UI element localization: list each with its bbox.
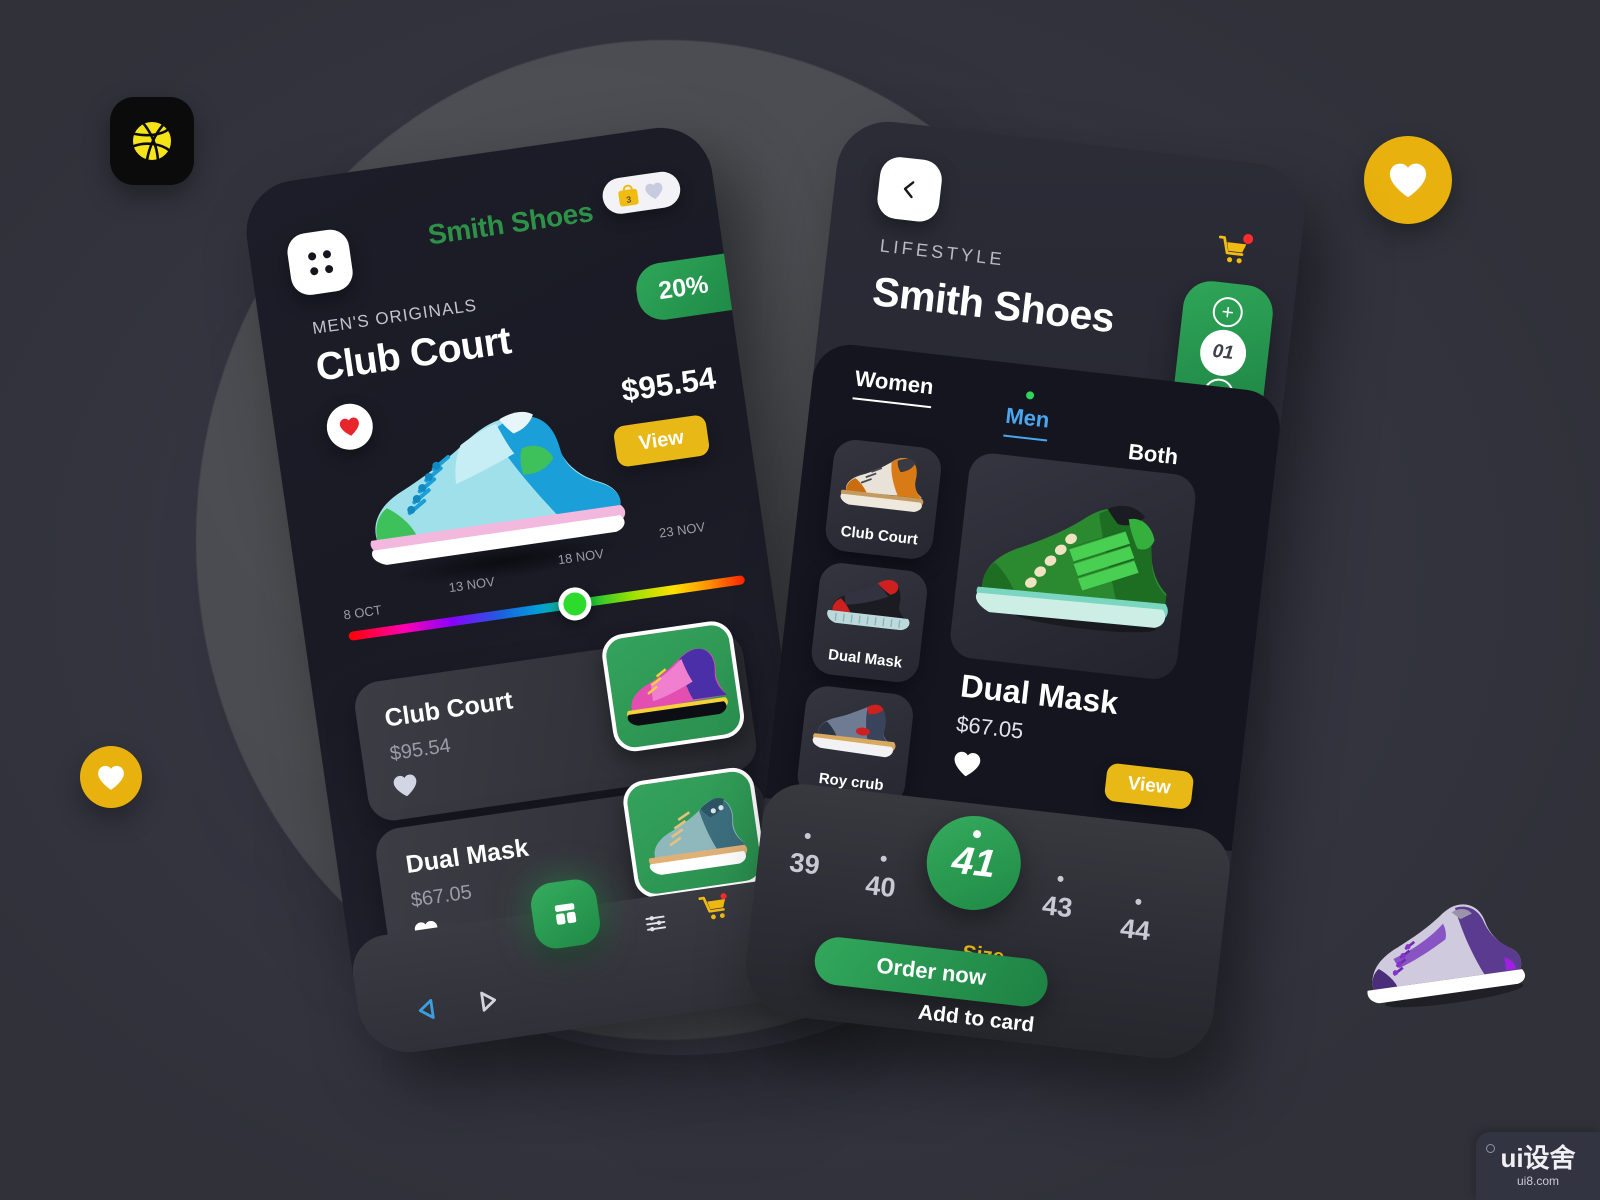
grid-dot bbox=[309, 266, 319, 276]
tab-men-label: Men bbox=[1004, 402, 1051, 433]
size-dot bbox=[880, 855, 888, 863]
purple-sneaker-illustration bbox=[1344, 868, 1540, 1022]
triangle-home-icon[interactable] bbox=[472, 986, 502, 1020]
watermark-dot-icon bbox=[1486, 1144, 1495, 1153]
grid-dot bbox=[324, 264, 334, 274]
quantity-value: 01 bbox=[1197, 327, 1249, 379]
discount-badge: 20% bbox=[632, 252, 739, 324]
shopping-bag-icon: 3 bbox=[617, 183, 639, 207]
size-dot bbox=[972, 829, 982, 839]
size-label: 40 bbox=[863, 869, 898, 904]
screenshot-canvas: Smith Shoes 3 MEN'S ORIGINALS Club Court… bbox=[0, 0, 1600, 1200]
chevron-left-icon bbox=[903, 181, 915, 199]
thumbnail-card[interactable]: Club Court bbox=[823, 437, 944, 562]
orange-brown-high-top-illustration bbox=[837, 446, 935, 514]
size-label: 39 bbox=[787, 847, 822, 881]
date-label: 18 NOV bbox=[556, 545, 605, 568]
grey-navy-runner-illustration bbox=[808, 693, 906, 761]
cart-button[interactable] bbox=[1214, 233, 1254, 273]
page-title: Smith Shoes bbox=[870, 268, 1117, 342]
list-item-price: $67.05 bbox=[409, 881, 474, 912]
heart-filled-icon bbox=[339, 417, 359, 436]
grid-dot bbox=[307, 251, 317, 261]
size-option[interactable]: 44 bbox=[1118, 898, 1152, 947]
triangle-back-icon[interactable] bbox=[413, 995, 443, 1029]
favorite-button[interactable] bbox=[950, 749, 983, 784]
tab-men[interactable]: Men bbox=[1003, 390, 1051, 442]
green-striped-sneaker-illustration bbox=[963, 480, 1184, 650]
list-item-price: $95.54 bbox=[388, 734, 453, 766]
thumbnail-label: Club Court bbox=[839, 522, 919, 549]
dashboard-grid-icon[interactable] bbox=[528, 876, 603, 952]
thumbnail-card[interactable]: Dual Mask bbox=[809, 560, 930, 685]
bag-heart-badge[interactable]: 3 bbox=[600, 169, 683, 217]
size-label: 43 bbox=[1040, 890, 1075, 924]
teal-high-top-sneaker-illustration bbox=[620, 764, 768, 901]
list-item-name: Dual Mask bbox=[403, 833, 531, 880]
size-dot bbox=[1135, 898, 1142, 906]
date-label: 8 OCT bbox=[342, 602, 383, 623]
size-dot bbox=[804, 832, 812, 840]
floating-heart-badge-bottom bbox=[80, 746, 142, 808]
shopping-cart-icon[interactable] bbox=[697, 892, 731, 929]
dribbble-basketball-icon bbox=[110, 97, 194, 185]
back-button[interactable] bbox=[875, 155, 944, 224]
heart-icon bbox=[645, 182, 663, 200]
heart-icon bbox=[954, 751, 981, 777]
watermark: ui设舍 ui8.com bbox=[1476, 1132, 1600, 1200]
heart-icon bbox=[1389, 163, 1427, 198]
black-red-sneaker-illustration bbox=[822, 570, 920, 638]
phone2-screen: LIFESTYLE Smith Shoes + 01 − Women Men B… bbox=[740, 116, 1310, 1064]
sliders-icon[interactable] bbox=[641, 908, 671, 942]
date-label: 13 NOV bbox=[447, 573, 496, 596]
purple-pink-sneaker-illustration bbox=[599, 618, 747, 755]
size-label: 41 bbox=[949, 838, 998, 887]
phone-mockup-detail: LIFESTYLE Smith Shoes + 01 − Women Men B… bbox=[740, 116, 1310, 1064]
quantity-increase-button[interactable]: + bbox=[1211, 295, 1245, 329]
thumbnail-label: Dual Mask bbox=[827, 646, 903, 672]
size-label: 44 bbox=[1118, 913, 1152, 947]
size-option[interactable]: 39 bbox=[787, 832, 822, 881]
list-item-name: Club Court bbox=[382, 686, 515, 733]
tab-active-dot bbox=[1025, 390, 1035, 400]
app-title: Smith Shoes bbox=[425, 196, 595, 251]
watermark-main: ui设舍 bbox=[1500, 1142, 1576, 1173]
category-kicker: LIFESTYLE bbox=[878, 235, 1007, 270]
watermark-sub: ui8.com bbox=[1516, 1173, 1560, 1188]
size-option-selected[interactable]: 41 bbox=[921, 810, 1026, 915]
size-dot bbox=[1057, 875, 1064, 883]
menu-grid-button[interactable] bbox=[284, 227, 356, 298]
heart-icon bbox=[98, 765, 124, 790]
date-label: 23 NOV bbox=[658, 519, 707, 541]
grid-dot bbox=[321, 249, 331, 259]
list-item-favorite[interactable] bbox=[391, 772, 421, 804]
product-price: $95.54 bbox=[619, 360, 719, 409]
hero-product-panel bbox=[948, 451, 1198, 682]
cart-notification-dot bbox=[1242, 233, 1254, 245]
floating-heart-badge-top bbox=[1364, 136, 1452, 224]
size-option[interactable]: 40 bbox=[863, 855, 898, 904]
heart-icon bbox=[393, 774, 417, 797]
size-option[interactable]: 43 bbox=[1040, 875, 1075, 924]
size-selector: 39 40 41 43 44 bbox=[753, 810, 1230, 969]
